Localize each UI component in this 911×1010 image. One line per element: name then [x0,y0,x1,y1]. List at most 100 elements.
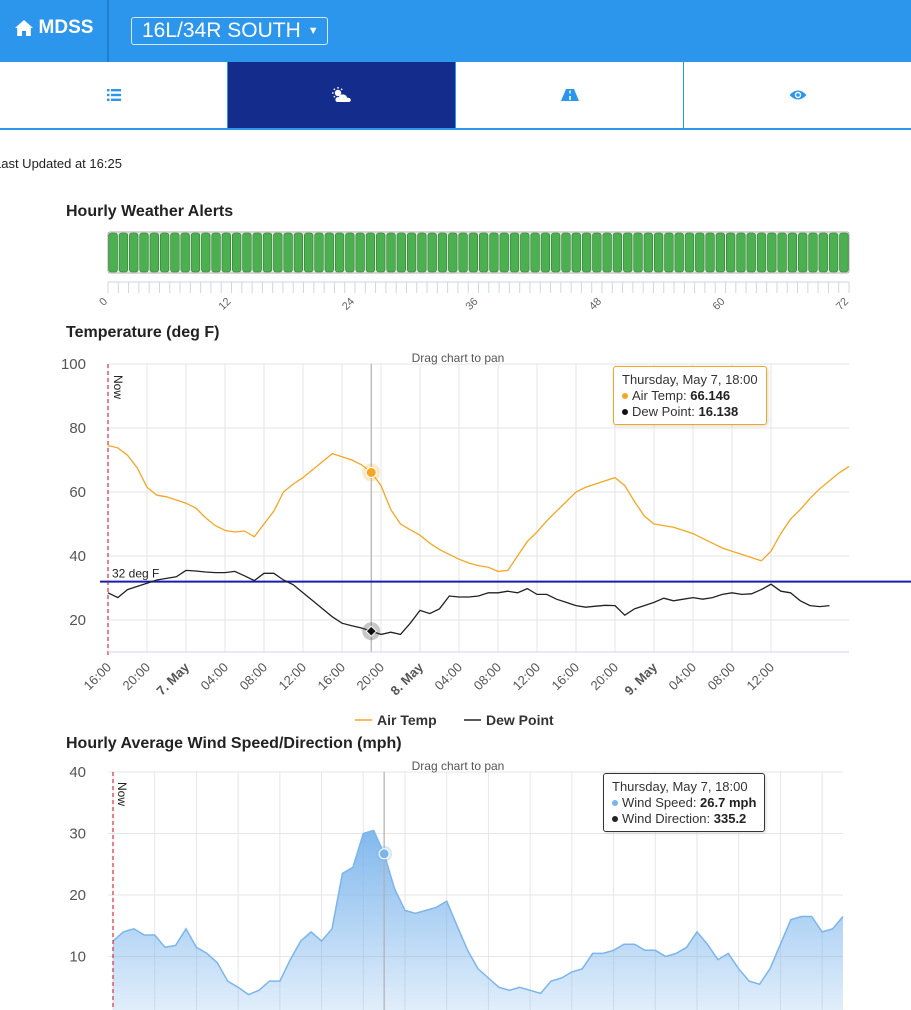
hourly-alerts-chart: 0 12 24 36 48 60 72 [97,231,851,313]
alert-hour-bar [283,232,293,273]
temp-x-tick-label: 04:00 [666,660,700,694]
view-tabs [0,62,911,130]
alert-hour-bar [530,232,540,273]
tooltip-air-row: Air Temp: 66.146 [622,388,758,404]
alert-hour-bar [509,232,520,273]
alert-hour-bar [448,232,458,273]
site-select[interactable]: 16L/34R SOUTH ▼ [131,17,328,45]
temperature-tooltip: Thursday, May 7, 18:00 Air Temp: 66.146 … [613,366,767,425]
alert-hour-bar [478,232,489,273]
alert-hour-bar [386,232,396,273]
alert-hour-bar [633,232,643,273]
alerts-x-tick-label: 36 [463,296,480,313]
alert-hour-bar [715,232,726,273]
alerts-x-tick-label: 48 [587,296,604,313]
dew-point-line [107,569,830,636]
alert-hour-bar [787,232,798,273]
temp-x-tick-label: 12:00 [744,660,778,694]
weather-cloud-sun-icon [331,87,351,102]
wind-now-label: Now [115,782,129,806]
temp-x-tick-label: 7. May [153,659,192,698]
alerts-x-tick-label: 24 [340,296,357,313]
alert-hour-bar [273,232,283,273]
wind-y-tick-label: 30 [69,826,86,843]
alert-hour-bar [211,232,221,273]
wind-tooltip-dir-row: Wind Direction: 335.2 [612,811,756,827]
wind-speed-area [113,830,843,1010]
chevron-down-icon: ▼ [307,25,319,37]
alert-hour-bar [365,232,376,273]
alert-hour-bar [705,232,715,273]
alert-hour-bar [118,232,129,273]
wind-y-tick-label: 40 [69,764,86,781]
temp-x-tick-label: 12:00 [510,660,544,694]
alert-hour-bar [818,232,828,273]
alert-hour-bar [767,232,777,273]
alert-hour-bar [149,232,159,273]
temp-now-label: Now [111,375,125,399]
temp-x-tick-label: 20:00 [354,660,388,694]
temp-x-tick-label: 16:00 [81,660,115,694]
temp-x-tick-label: 16:00 [549,660,583,694]
tooltip-dew-row: Dew Point: 16.138 [622,404,758,420]
alert-hour-bar [592,232,602,273]
alert-hour-bar [839,232,849,273]
brand-label: MDSS [38,17,94,38]
alert-hour-bar [252,232,262,273]
top-navbar: MDSS 16L/34R SOUTH ▼ [0,0,911,62]
alert-hour-bar [170,232,180,273]
alert-hour-bar [612,232,623,273]
alert-hour-bar [201,232,211,273]
temp-y-tick-label: 60 [69,484,86,501]
tooltip-dew-label: Dew Point: [632,404,699,419]
alert-hour-bar [242,232,252,273]
alert-hour-bar [355,232,365,273]
alert-hour-bar [828,232,839,273]
temp-y-tick-label: 40 [69,548,86,565]
air-temp-marker-icon [622,392,628,399]
temperature-chart[interactable]: 20 40 60 80 100 Drag chart to pan 32 deg F Now 1… [0,345,911,730]
alert-hour-bar [396,232,406,273]
alert-hour-bar [468,232,479,273]
brand-home-link[interactable]: MDSS [0,0,107,62]
wind-y-tick-label: 10 [69,949,86,966]
last-updated-text: Last Updated at 16:25 [0,156,122,171]
alert-hour-bar [108,232,118,273]
alert-hour-bar [756,232,767,273]
alert-hour-bar [581,232,592,273]
alert-hour-bar [551,232,561,273]
tab-view[interactable] [684,62,911,128]
alert-hour-bar [427,232,437,273]
alert-hour-bar [736,232,746,273]
home-icon [14,20,33,36]
alert-hour-bar [777,232,787,273]
wind-speed-marker-icon [612,799,618,806]
tab-list[interactable] [0,62,228,128]
alert-hour-bar [798,232,808,273]
alert-hour-bar [190,232,201,273]
tooltip-air-value: 66.146 [690,388,731,403]
wind-chart[interactable]: 10 20 30 40 Drag chart to pan Now [0,755,911,1010]
alert-hour-bar [437,232,448,273]
temp-pan-hint: Drag chart to pan [412,351,505,365]
tab-weather[interactable] [228,62,456,128]
tab-road[interactable] [456,62,684,128]
alert-hour-bar [725,232,736,273]
wind-tooltip-speed-value: 26.7 mph [700,795,757,810]
alert-hour-bar [674,232,684,273]
wind-tooltip-date: Thursday, May 7, 18:00 [612,779,748,794]
temp-x-tick-label: 08:00 [237,660,271,694]
alert-hour-bar [653,232,664,273]
eye-icon [789,90,806,100]
wind-direction-marker-icon [612,815,618,822]
alert-hour-bar [376,232,386,273]
alert-hour-bar [499,232,509,273]
wind-tooltip-dir-value: 335.2 [713,811,747,826]
air-temp-hover-point [365,466,377,478]
navbar-divider [107,0,109,62]
alert-hour-bar [334,232,345,273]
alert-hour-bar [643,232,653,273]
list-icon [106,89,121,101]
alert-hour-bar [561,232,571,273]
alert-hour-bar [417,232,427,273]
